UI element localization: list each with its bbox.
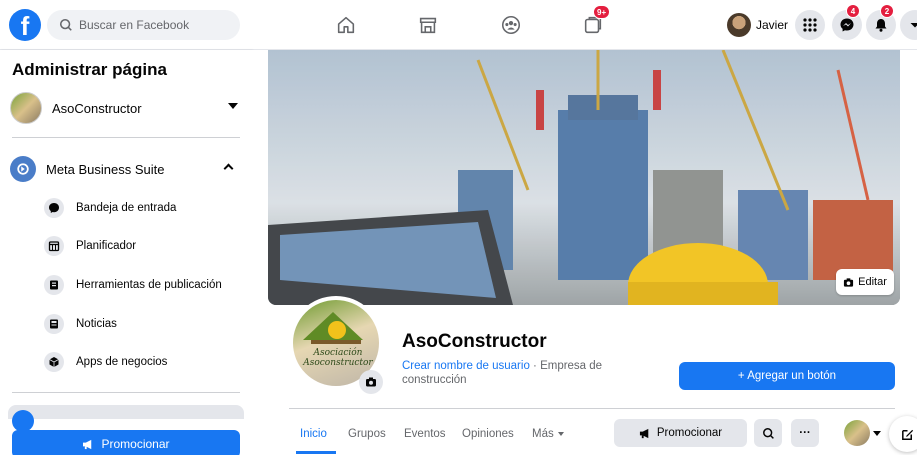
cover-photo[interactable] [268, 50, 900, 305]
messenger-button[interactable]: 4 [832, 4, 862, 40]
update-profile-picture-button[interactable] [359, 370, 383, 394]
page-logo-text: Asociación Asoconstructor [303, 348, 373, 368]
sidebar-item-label: Herramientas de publicación [76, 279, 222, 291]
sidebar-card-icon [12, 410, 34, 432]
search-input[interactable] [79, 18, 229, 32]
page-title: AsoConstructor [402, 331, 547, 352]
sidebar-promote-button[interactable]: Promocionar [12, 430, 240, 455]
divider [12, 392, 240, 393]
notifications-badge: 2 [880, 4, 894, 18]
caret-down-icon [228, 103, 238, 109]
caret-down-icon [557, 431, 564, 436]
suite-label: Meta Business Suite [46, 161, 165, 177]
sidebar-title: Administrar página [12, 60, 167, 79]
page-main: Editar Asociación Asoconstructor AsoCons… [252, 50, 917, 455]
tab-reviews[interactable]: Opiniones [462, 428, 514, 440]
megaphone-icon [83, 439, 92, 449]
store-icon [419, 17, 437, 34]
chevron-down-icon [910, 23, 917, 28]
construction-cover-image [268, 50, 900, 305]
page-subtitle: Crear nombre de usuario · Empresa de con… [402, 359, 622, 387]
search-icon [59, 18, 72, 31]
sidebar-item-inbox[interactable]: Bandeja de entrada [44, 195, 244, 221]
create-username-link[interactable]: Crear nombre de usuario [402, 360, 530, 372]
tab-more[interactable]: Más [532, 428, 564, 440]
meta-business-suite-icon [10, 156, 36, 182]
edit-cover-label: Editar [858, 276, 887, 288]
divider [289, 408, 895, 409]
sidebar-item-label: Noticias [76, 318, 117, 330]
profile-chip[interactable]: Javier [727, 10, 788, 40]
promote-label: Promocionar [101, 437, 170, 451]
camera-icon [366, 377, 376, 387]
sidebar-item-news[interactable]: Noticias [44, 311, 244, 337]
menu-button[interactable] [795, 10, 825, 40]
profile-name: Javier [756, 18, 789, 32]
camera-icon [844, 277, 854, 287]
compose-icon [901, 429, 913, 440]
add-button-cta[interactable]: + Agregar un botón [679, 362, 895, 390]
facebook-logo-icon[interactable]: f [9, 9, 41, 41]
sidebar-item-label: Apps de negocios [76, 356, 168, 368]
notifications-button[interactable]: 2 [866, 4, 896, 40]
active-tab-indicator [296, 451, 336, 454]
search-page-button[interactable] [754, 419, 782, 447]
sidebar: Administrar página AsoConstructor Meta B… [0, 50, 252, 455]
marketplace-tab[interactable] [413, 10, 443, 40]
sidebar-item-planner[interactable]: Planificador [44, 233, 244, 259]
page-selector[interactable]: AsoConstructor [10, 88, 242, 128]
bell-icon [875, 19, 887, 32]
avatar [844, 420, 870, 446]
top-navigation: f 9+ Javier 4 2 [0, 0, 917, 50]
grid-menu-icon [803, 18, 817, 32]
pages-tab[interactable]: 9+ [578, 5, 611, 40]
meta-business-suite-toggle[interactable]: Meta Business Suite [10, 155, 242, 183]
publishing-icon [44, 275, 64, 295]
caret-down-icon [873, 430, 881, 436]
tab-groups[interactable]: Grupos [348, 428, 386, 440]
pages-badge: 9+ [593, 5, 611, 19]
chevron-up-icon [223, 163, 234, 174]
account-button[interactable] [900, 10, 917, 40]
news-icon [44, 314, 64, 334]
sidebar-item-label: Bandeja de entrada [76, 202, 177, 214]
avatar [727, 13, 751, 37]
groups-tab[interactable] [496, 10, 526, 40]
edit-cover-button[interactable]: Editar [836, 269, 894, 295]
tab-home[interactable]: Inicio [300, 428, 327, 440]
more-options-button[interactable]: ··· [791, 419, 819, 447]
sidebar-card [8, 405, 244, 419]
calendar-icon [44, 236, 64, 256]
promote-button[interactable]: Promocionar [614, 419, 747, 447]
promote-label: Promocionar [656, 427, 723, 439]
tab-more-label: Más [532, 428, 554, 440]
home-tab[interactable] [331, 10, 361, 40]
page-avatar [10, 92, 42, 124]
search-icon [762, 427, 774, 439]
megaphone-icon [639, 428, 649, 438]
home-icon [337, 16, 355, 34]
tab-events[interactable]: Eventos [404, 428, 446, 440]
new-message-button[interactable] [889, 416, 917, 452]
sidebar-item-business-apps[interactable]: Apps de negocios [44, 349, 244, 375]
box-icon [44, 352, 64, 372]
sidebar-item-publishing-tools[interactable]: Herramientas de publicación [44, 272, 244, 298]
actor-selector[interactable] [844, 419, 882, 447]
chat-icon [44, 198, 64, 218]
groups-icon [501, 15, 521, 35]
divider [12, 137, 240, 138]
messenger-badge: 4 [846, 4, 860, 18]
page-selector-name: AsoConstructor [52, 100, 142, 116]
sidebar-item-label: Planificador [76, 240, 137, 252]
messenger-icon [840, 18, 854, 32]
search-box[interactable] [47, 10, 240, 40]
